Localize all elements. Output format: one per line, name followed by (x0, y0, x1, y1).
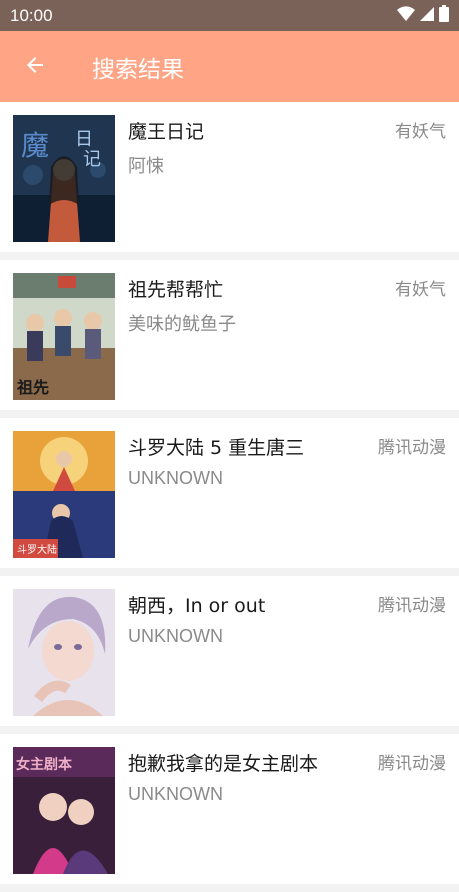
comic-author: UNKNOWN (128, 784, 223, 804)
svg-text:魔: 魔 (21, 129, 49, 162)
cover-image: 祖先 (13, 273, 115, 400)
comic-source: 腾讯动漫 (378, 754, 446, 774)
cover-image: 斗罗大陆 (13, 431, 115, 558)
result-item[interactable]: 魔 日 记 魔王日记 阿悚 有妖气 (0, 102, 459, 252)
svg-text:记: 记 (83, 149, 101, 170)
app-bar: 搜索结果 (0, 31, 459, 102)
cover-image (13, 589, 115, 716)
comic-author: 阿悚 (128, 156, 164, 176)
comic-title: 魔王日记 (128, 121, 205, 143)
status-bar: 10:00 (0, 0, 459, 31)
comic-source: 腾讯动漫 (378, 596, 446, 616)
comic-title: 斗罗大陆 5 重生唐三 (128, 437, 305, 459)
svg-text:斗罗大陆: 斗罗大陆 (17, 543, 57, 556)
comic-author: UNKNOWN (128, 626, 223, 646)
status-icons (397, 5, 449, 26)
battery-icon (439, 5, 449, 26)
results-list: 魔 日 记 魔王日记 阿悚 有妖气 祖先 祖先帮帮忙 美味的鱿鱼子 有妖气 斗罗… (0, 102, 459, 892)
comic-author: 美味的鱿鱼子 (128, 314, 236, 334)
cover-image: 魔 日 记 (13, 115, 115, 242)
cover-image: 女主剧本 (13, 747, 115, 874)
svg-text:日: 日 (75, 129, 93, 150)
comic-title: 抱歉我拿的是女主剧本 (128, 753, 319, 775)
comic-source: 有妖气 (395, 122, 446, 142)
comic-source: 有妖气 (395, 280, 446, 300)
wifi-icon (397, 5, 415, 26)
page-title: 搜索结果 (92, 56, 184, 83)
svg-text:祖先: 祖先 (16, 378, 49, 397)
result-item[interactable]: 女主剧本 抱歉我拿的是女主剧本 UNKNOWN 腾讯动漫 (0, 734, 459, 884)
result-item[interactable]: 朝西，In or out UNKNOWN 腾讯动漫 (0, 576, 459, 726)
back-button[interactable] (0, 31, 70, 102)
comic-title: 祖先帮帮忙 (128, 279, 224, 301)
status-time: 10:00 (10, 5, 53, 25)
comic-title: 朝西，In or out (128, 595, 266, 617)
arrow-left-icon (23, 53, 47, 81)
comic-author: UNKNOWN (128, 468, 223, 488)
signal-icon (419, 6, 435, 26)
result-item[interactable]: 祖先 祖先帮帮忙 美味的鱿鱼子 有妖气 (0, 260, 459, 410)
comic-source: 腾讯动漫 (378, 438, 446, 458)
svg-text:女主剧本: 女主剧本 (16, 756, 73, 773)
result-item[interactable]: 斗罗大陆 斗罗大陆 5 重生唐三 UNKNOWN 腾讯动漫 (0, 418, 459, 568)
